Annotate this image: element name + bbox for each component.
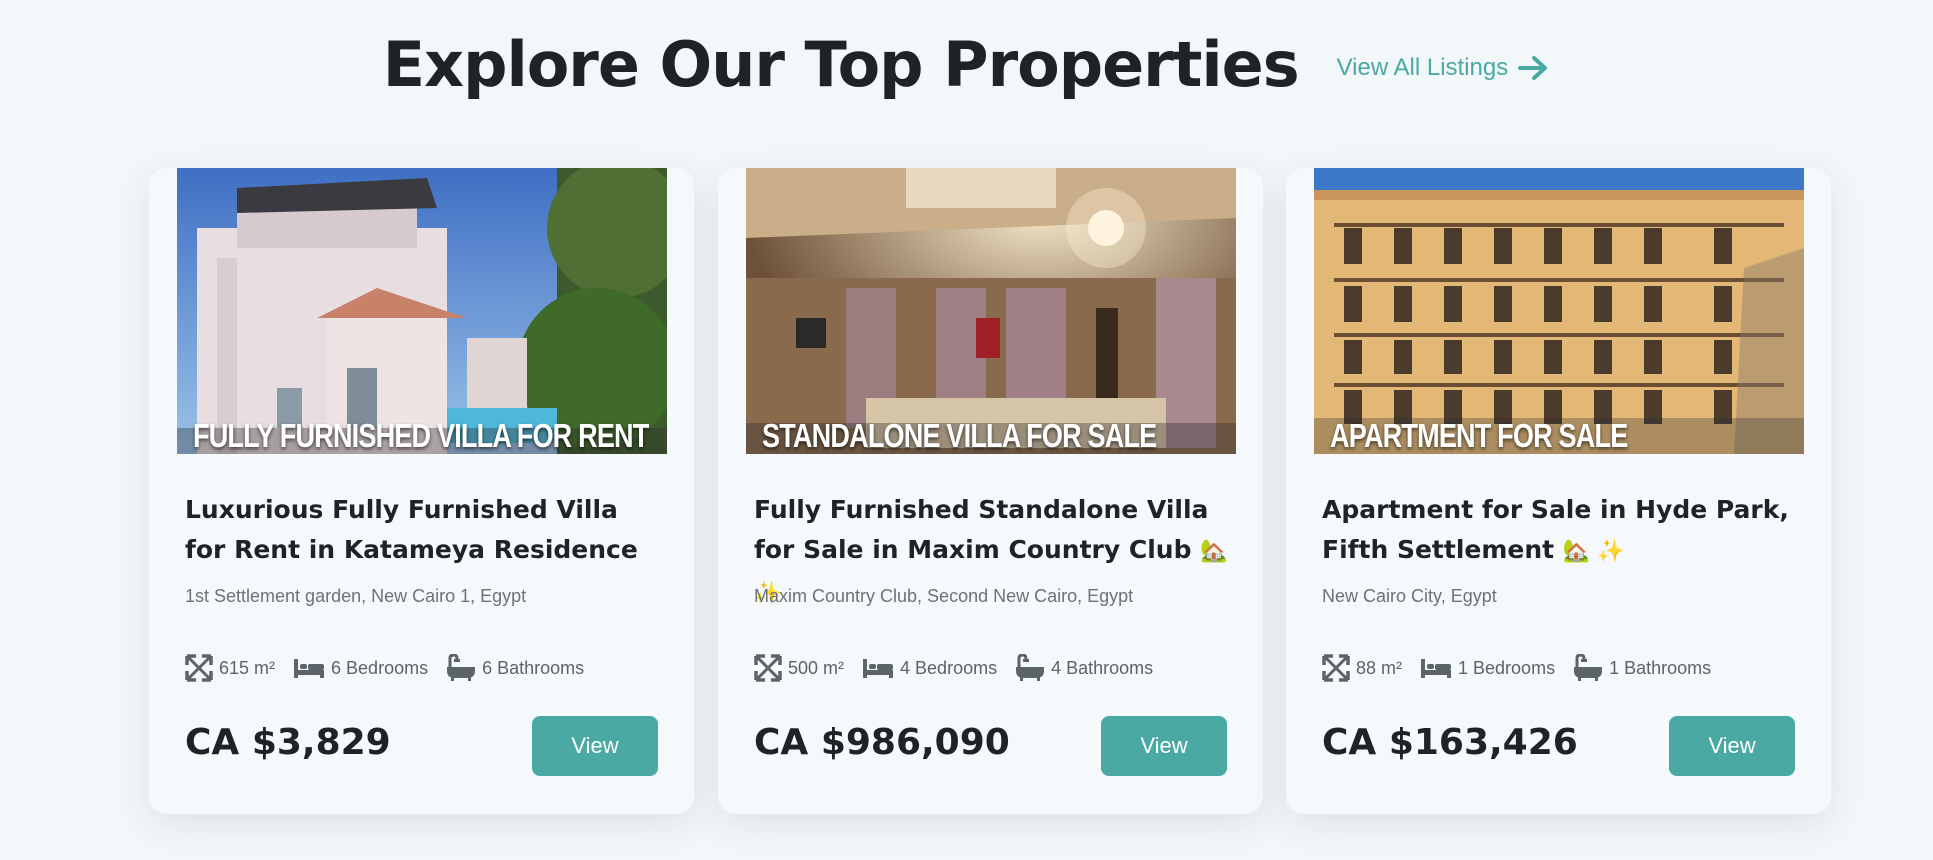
property-image[interactable]: APARTMENT FOR SALE	[1314, 168, 1804, 456]
property-image[interactable]: FULLY FURNISHED VILLA FOR RENT	[177, 168, 667, 456]
expand-arrows-icon	[1322, 654, 1350, 682]
property-features: 615 m² 6 Bedrooms 6 Bathrooms	[185, 654, 584, 682]
card-body: Luxurious Fully Furnished Villa for Rent…	[149, 454, 694, 812]
area-value: 500 m²	[788, 657, 845, 678]
property-title[interactable]: Luxurious Fully Furnished Villa for Rent…	[185, 490, 665, 572]
view-all-label: View All Listings	[1336, 53, 1509, 81]
view-all-listings-link[interactable]: View All Listings	[1337, 54, 1551, 82]
property-image[interactable]: STANDALONE VILLA FOR SALE	[746, 168, 1236, 456]
area-value: 88 m²	[1356, 657, 1403, 678]
villa-photo	[177, 168, 667, 456]
interior-photo	[746, 168, 1236, 456]
property-title-text: Luxurious Fully Furnished Villa for Rent…	[185, 495, 638, 564]
feature-bathrooms: 1 Bathrooms	[1573, 654, 1711, 682]
feature-area: 500 m²	[754, 654, 844, 682]
property-price: CA $163,426	[1322, 722, 1578, 763]
image-caption: FULLY FURNISHED VILLA FOR RENT	[193, 417, 649, 454]
bed-icon	[1421, 659, 1452, 678]
property-location: New Cairo City, Egypt	[1322, 586, 1497, 606]
property-price: CA $3,829	[185, 722, 391, 763]
card-body: Apartment for Sale in Hyde Park, Fifth S…	[1286, 454, 1831, 812]
view-button[interactable]: View	[1669, 716, 1795, 776]
view-button[interactable]: View	[532, 716, 658, 776]
title-emoji: 🏡 ✨	[1562, 539, 1625, 564]
arrow-right-icon	[1518, 55, 1548, 80]
property-card: STANDALONE VILLA FOR SALE Fully Furnishe…	[718, 168, 1263, 814]
bathtub-icon	[1016, 654, 1045, 681]
property-location: 1st Settlement garden, New Cairo 1, Egyp…	[185, 586, 527, 606]
property-features: 88 m² 1 Bedrooms 1 Bathrooms	[1322, 654, 1711, 682]
apartment-photo	[1314, 168, 1804, 456]
bathtub-icon	[447, 654, 476, 681]
property-location: Maxim Country Club, Second New Cairo, Eg…	[754, 586, 1134, 606]
feature-bathrooms: 4 Bathrooms	[1015, 654, 1153, 682]
property-price: CA $986,090	[754, 722, 1010, 763]
view-button[interactable]: View	[1101, 716, 1227, 776]
property-card: FULLY FURNISHED VILLA FOR RENT Luxurious…	[149, 168, 694, 814]
expand-arrows-icon	[185, 654, 213, 682]
bathrooms-value: 1 Bathrooms	[1609, 657, 1712, 678]
property-title-text: Apartment for Sale in Hyde Park, Fifth S…	[1322, 495, 1789, 564]
bedrooms-value: 6 Bedrooms	[331, 657, 429, 678]
bedrooms-value: 1 Bedrooms	[1458, 657, 1556, 678]
card-body: Fully Furnished Standalone Villa for Sal…	[718, 454, 1263, 812]
property-features: 500 m² 4 Bedrooms 4 Bathrooms	[754, 654, 1153, 682]
area-value: 615 m²	[219, 657, 276, 678]
image-caption: STANDALONE VILLA FOR SALE	[762, 417, 1157, 454]
image-caption: APARTMENT FOR SALE	[1330, 417, 1628, 454]
section-header: Explore Our Top Properties View All List…	[0, 28, 1933, 101]
feature-bedrooms: 1 Bedrooms	[1420, 656, 1555, 680]
feature-area: 615 m²	[185, 654, 275, 682]
expand-arrows-icon	[754, 654, 782, 682]
bathtub-icon	[1574, 654, 1603, 681]
bed-icon	[294, 659, 325, 678]
bathrooms-value: 4 Bathrooms	[1051, 657, 1154, 678]
feature-bathrooms: 6 Bathrooms	[446, 654, 584, 682]
property-title-text: Fully Furnished Standalone Villa for Sal…	[754, 495, 1209, 564]
feature-bedrooms: 4 Bedrooms	[862, 656, 997, 680]
bed-icon	[863, 659, 894, 678]
feature-area: 88 m²	[1322, 654, 1402, 682]
property-card: APARTMENT FOR SALE Apartment for Sale in…	[1286, 168, 1831, 814]
feature-bedrooms: 6 Bedrooms	[293, 656, 428, 680]
section-title: Explore Our Top Properties	[382, 28, 1300, 101]
bathrooms-value: 6 Bathrooms	[482, 657, 585, 678]
bedrooms-value: 4 Bedrooms	[900, 657, 998, 678]
property-title[interactable]: Apartment for Sale in Hyde Park, Fifth S…	[1322, 490, 1802, 572]
